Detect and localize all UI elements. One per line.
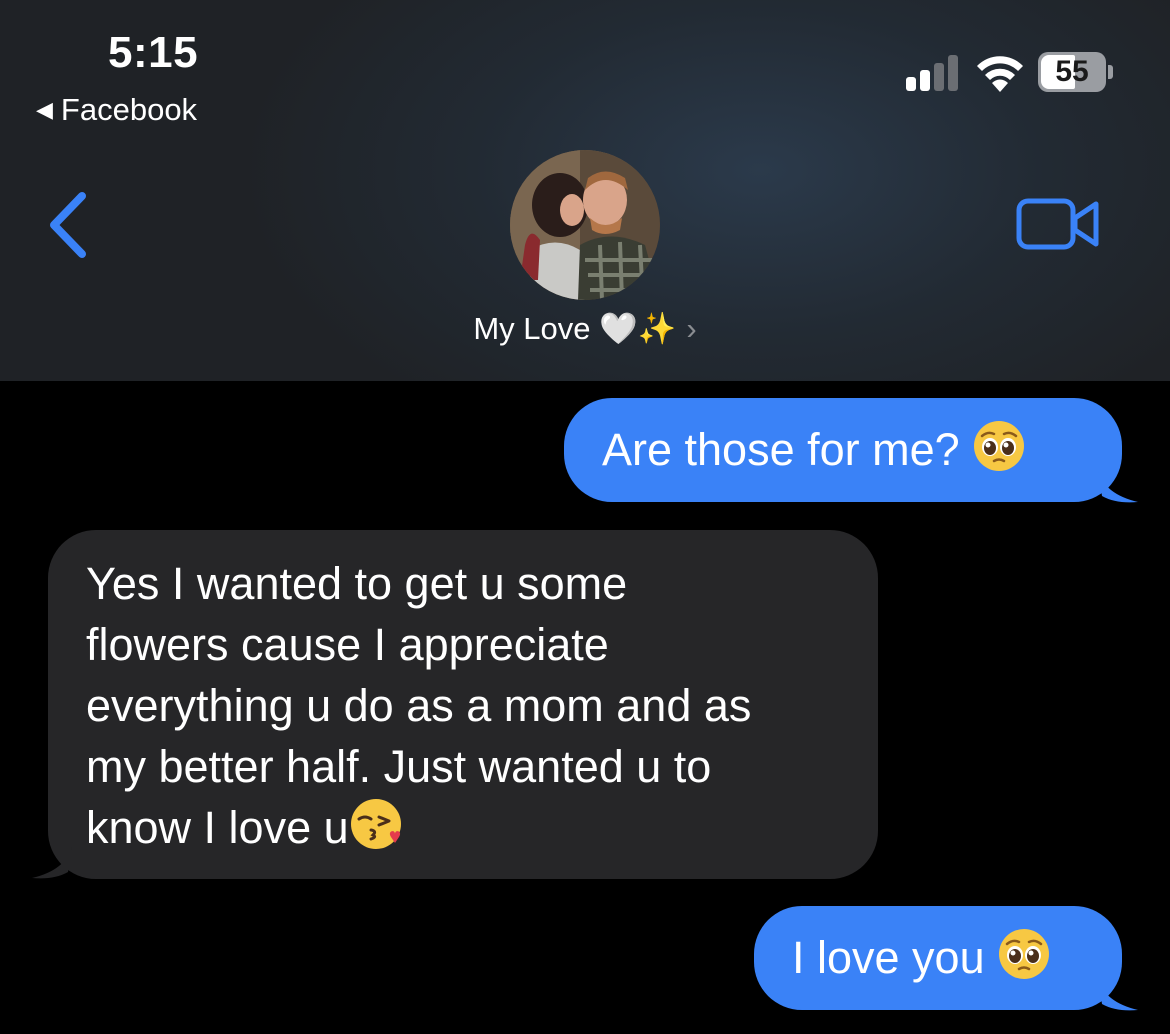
- cellular-signal-icon: [906, 55, 958, 91]
- back-triangle-icon: ◀: [36, 97, 53, 122]
- pleading-face-icon: [973, 421, 1024, 471]
- bubble-tail: [32, 846, 72, 879]
- bubble-tail: [1098, 470, 1138, 503]
- message-text: I love you: [792, 932, 985, 983]
- message-bubble-sent[interactable]: Are those for me?: [564, 398, 1122, 502]
- message-bubble-sent[interactable]: I love you: [754, 906, 1122, 1010]
- avatar-photo: [510, 150, 660, 300]
- pleading-face-icon: [998, 929, 1049, 979]
- chevron-right-icon: ›: [686, 311, 697, 346]
- bubble-tail: [1098, 978, 1138, 1011]
- message-line: my better half. Just wanted u to: [86, 741, 712, 792]
- message-line: flowers cause I appreciate: [86, 619, 609, 670]
- back-app-label: Facebook: [60, 92, 198, 127]
- status-time: 5:15: [108, 28, 199, 77]
- message-bubble-received[interactable]: Yes I wanted to get u some flowers cause…: [48, 530, 878, 879]
- video-camera-icon[interactable]: [1016, 196, 1100, 252]
- back-to-app-link[interactable]: ◀ Facebook: [36, 92, 197, 128]
- message-line: everything u do as a mom and as: [86, 680, 752, 731]
- contact-name-row[interactable]: My Love 🤍✨ ›: [0, 310, 1170, 347]
- battery-icon: 55: [1038, 52, 1114, 94]
- contact-name: My Love 🤍✨: [473, 311, 677, 346]
- chevron-left-icon[interactable]: [44, 190, 94, 260]
- message-text: Are those for me?: [602, 424, 960, 475]
- contact-avatar[interactable]: [510, 150, 660, 300]
- kissing-heart-face-icon: [350, 799, 401, 849]
- message-line: Yes I wanted to get u some: [86, 558, 628, 609]
- wifi-icon: [977, 56, 1023, 92]
- message-line: know I love u: [86, 802, 349, 853]
- conversation-header: 5:15 ◀ Facebook 55 My Love 🤍✨ ›: [0, 0, 1170, 381]
- battery-percent: 55: [1055, 55, 1089, 88]
